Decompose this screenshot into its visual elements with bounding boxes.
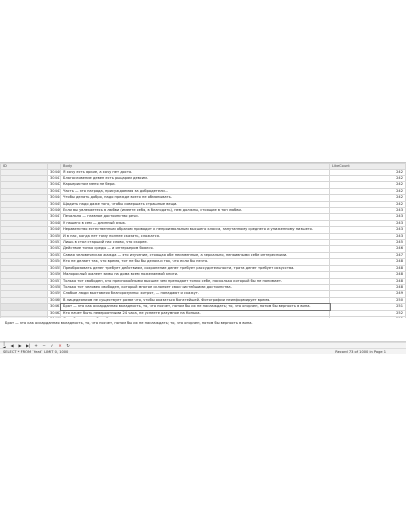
- cell-id[interactable]: 30446: [47, 206, 61, 215]
- cell-id[interactable]: 30441: [47, 174, 61, 183]
- cell-id[interactable]: 30453: [47, 251, 61, 260]
- empty-canvas-bottom: [0, 354, 406, 516]
- results-grid[interactable]: ID Body LikeCount 30440 Я хочу есть яркие…: [0, 162, 406, 320]
- cell-body[interactable]: Неравенство естественным образом приводи…: [60, 226, 330, 234]
- cell-body[interactable]: Преобразовать денег требует действиям, с…: [60, 264, 330, 273]
- cell-id[interactable]: 30456: [47, 271, 61, 279]
- cell-id[interactable]: 30450: [47, 232, 61, 241]
- cell-id[interactable]: 30443: [47, 187, 61, 196]
- empty-canvas-top: [0, 0, 406, 162]
- add-record-icon[interactable]: +: [34, 343, 38, 348]
- cell-id[interactable]: 30457: [47, 277, 61, 285]
- cell-id[interactable]: 30461: [47, 303, 61, 311]
- discard-changes-icon[interactable]: ✕: [58, 343, 62, 348]
- cell-id[interactable]: 30460: [47, 296, 61, 305]
- cell-id[interactable]: 30454: [47, 258, 61, 266]
- cell-id[interactable]: 30447: [47, 213, 61, 221]
- cell-id[interactable]: 30444: [47, 194, 61, 202]
- results-table: ID Body LikeCount 30440 Я хочу есть яркие…: [0, 163, 406, 319]
- delete-record-icon[interactable]: −: [42, 343, 46, 348]
- next-record-icon[interactable]: ▶: [18, 343, 22, 348]
- last-record-icon[interactable]: ▶|: [26, 343, 30, 348]
- apply-changes-icon[interactable]: ✓: [50, 343, 54, 348]
- cell-id[interactable]: 30449: [47, 226, 61, 234]
- cell-id[interactable]: 30451: [47, 239, 61, 247]
- refresh-icon[interactable]: ↻: [66, 343, 70, 348]
- field-preview-pane: Брат — это как оскарданная вкладность, т…: [0, 318, 406, 342]
- cell-id[interactable]: 30440: [47, 168, 61, 177]
- cell-id[interactable]: 30442: [47, 181, 61, 189]
- cell-id[interactable]: 30458: [47, 283, 61, 292]
- cell-id[interactable]: 30452: [47, 245, 61, 253]
- cell-id[interactable]: 30445: [47, 200, 61, 209]
- cell-id[interactable]: 30459: [47, 290, 61, 298]
- field-preview-text: Брат — это как оскарданная вкладность, т…: [5, 321, 253, 325]
- cell-body[interactable]: Брат — это как оскарданная вкладность, т…: [59, 302, 331, 312]
- cell-id[interactable]: 30462: [47, 309, 61, 317]
- previous-record-icon[interactable]: ◀: [10, 343, 14, 348]
- cell-id[interactable]: 30455: [47, 264, 61, 273]
- cell-id[interactable]: 30448: [47, 219, 61, 228]
